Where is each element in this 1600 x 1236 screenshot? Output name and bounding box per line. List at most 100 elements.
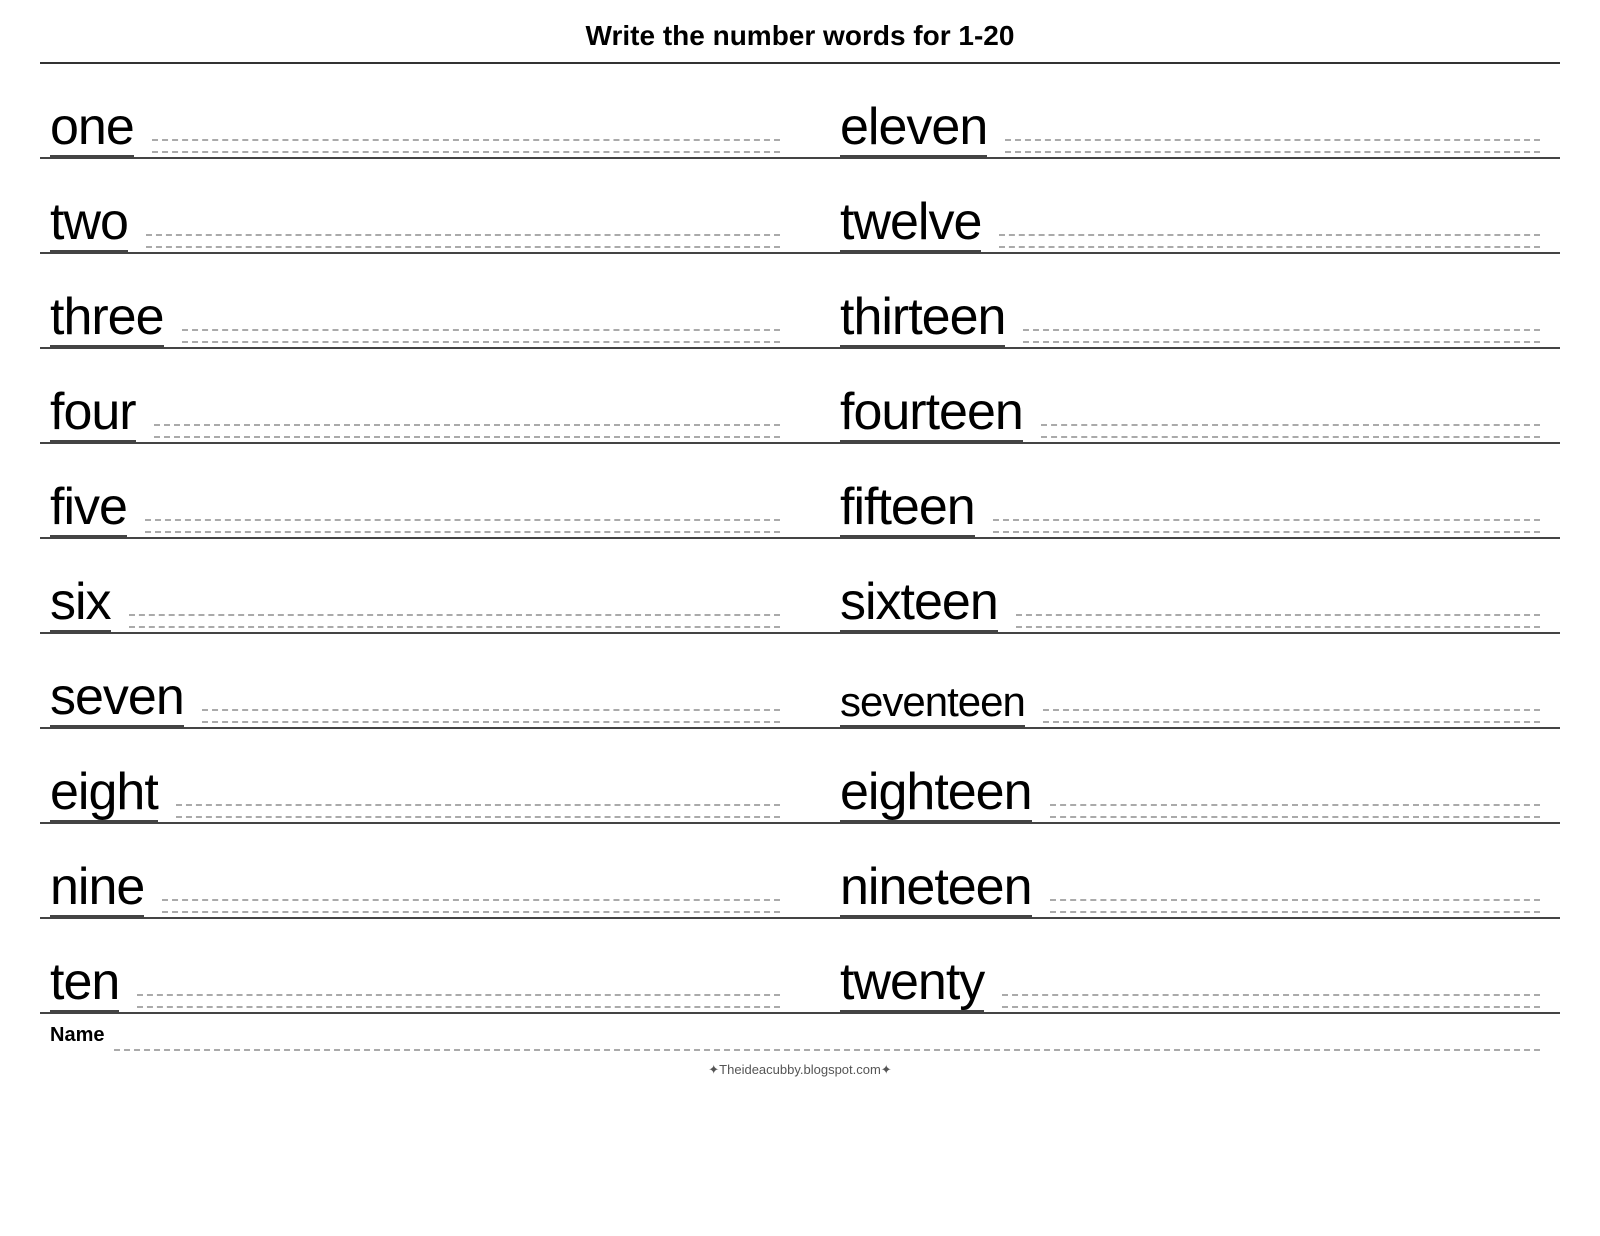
dotted-line [129, 614, 780, 616]
page-title: Write the number words for 1-20 [40, 20, 1560, 52]
dotted-line [145, 531, 780, 533]
row-seventeen: seventeen [800, 634, 1560, 729]
word-eight: eight [50, 766, 158, 822]
left-column: one two three four [40, 64, 800, 1014]
dotted-line [146, 246, 780, 248]
dotted-line [182, 329, 780, 331]
dotted-line [145, 519, 780, 521]
dotted-line [1043, 721, 1540, 723]
dotted-line [1005, 151, 1540, 153]
row-ten: ten [40, 919, 800, 1014]
row-four: four [40, 349, 800, 444]
write-area-twelve [999, 234, 1540, 248]
dotted-line [176, 804, 780, 806]
write-area-seventeen [1043, 709, 1540, 723]
row-twelve: twelve [800, 159, 1560, 254]
row-eleven: eleven [800, 64, 1560, 159]
row-eighteen: eighteen [800, 729, 1560, 824]
write-area-eight [176, 804, 780, 818]
dotted-line [162, 899, 780, 901]
dotted-line [1050, 911, 1540, 913]
dotted-line [993, 531, 1540, 533]
word-fifteen: fifteen [840, 481, 975, 537]
dotted-line [137, 994, 780, 996]
row-fourteen: fourteen [800, 349, 1560, 444]
write-area-thirteen [1023, 329, 1540, 343]
dotted-line [162, 911, 780, 913]
write-area-sixteen [1016, 614, 1540, 628]
word-eleven: eleven [840, 101, 987, 157]
right-column: eleven twelve thirteen fourteen [800, 64, 1560, 1014]
dotted-line [1050, 816, 1540, 818]
worksheet: one two three four [40, 64, 1560, 1014]
dotted-line [152, 139, 780, 141]
word-nineteen: nineteen [840, 861, 1032, 917]
word-six: six [50, 576, 111, 632]
dotted-line [154, 424, 780, 426]
word-thirteen: thirteen [840, 291, 1005, 347]
dotted-line [1023, 329, 1540, 331]
dotted-line [182, 341, 780, 343]
row-seven: seven [40, 634, 800, 729]
write-area-six [129, 614, 780, 628]
row-two: two [40, 159, 800, 254]
row-eight: eight [40, 729, 800, 824]
name-line [114, 1049, 1540, 1051]
write-area-fifteen [993, 519, 1540, 533]
write-area-nineteen [1050, 899, 1540, 913]
row-one: one [40, 64, 800, 159]
word-twenty: twenty [840, 956, 984, 1012]
dotted-line [1002, 1006, 1540, 1008]
row-fifteen: fifteen [800, 444, 1560, 539]
row-six: six [40, 539, 800, 634]
dotted-line [202, 709, 780, 711]
word-sixteen: sixteen [840, 576, 998, 632]
row-thirteen: thirteen [800, 254, 1560, 349]
word-five: five [50, 481, 127, 537]
row-twenty: twenty [800, 919, 1560, 1014]
write-area-fourteen [1041, 424, 1540, 438]
write-area-eleven [1005, 139, 1540, 153]
row-five: five [40, 444, 800, 539]
write-area-twenty [1002, 994, 1540, 1008]
dotted-line [999, 246, 1540, 248]
dotted-line [993, 519, 1540, 521]
write-area-ten [137, 994, 780, 1008]
name-label: Name [50, 1024, 104, 1051]
word-four: four [50, 386, 136, 442]
dotted-line [176, 816, 780, 818]
dotted-line [129, 626, 780, 628]
write-area-nine [162, 899, 780, 913]
word-three: three [50, 291, 164, 347]
row-nineteen: nineteen [800, 824, 1560, 919]
write-area-five [145, 519, 780, 533]
word-nine: nine [50, 861, 144, 917]
dotted-line [137, 1006, 780, 1008]
footer-text: ✦Theideacubby.blogspot.com✦ [708, 1062, 891, 1078]
dotted-line [1005, 139, 1540, 141]
write-area-eighteen [1050, 804, 1540, 818]
write-area-three [182, 329, 780, 343]
word-eighteen: eighteen [840, 766, 1032, 822]
dotted-line [1041, 436, 1540, 438]
write-area-four [154, 424, 780, 438]
dotted-line [1016, 614, 1540, 616]
write-area-two [146, 234, 780, 248]
dotted-line [154, 436, 780, 438]
dotted-line [202, 721, 780, 723]
name-section: Name [40, 1014, 1560, 1056]
word-one: one [50, 101, 134, 157]
row-three: three [40, 254, 800, 349]
write-area-seven [202, 709, 780, 723]
word-ten: ten [50, 956, 119, 1012]
dotted-line [1050, 804, 1540, 806]
dotted-line [999, 234, 1540, 236]
dotted-line [1041, 424, 1540, 426]
row-sixteen: sixteen [800, 539, 1560, 634]
dotted-line [1002, 994, 1540, 996]
row-nine: nine [40, 824, 800, 919]
dotted-line [1050, 899, 1540, 901]
word-twelve: twelve [840, 196, 981, 252]
dotted-line [1023, 341, 1540, 343]
dotted-line [146, 234, 780, 236]
